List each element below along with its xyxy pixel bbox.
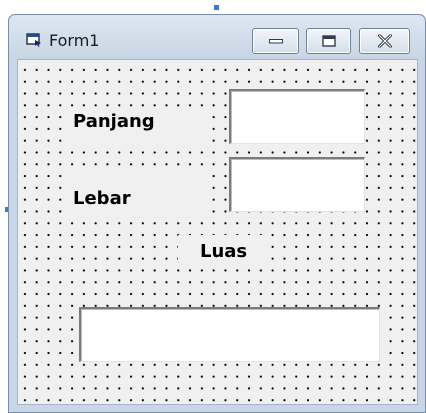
panjang-input[interactable] <box>229 89 365 144</box>
close-button[interactable] <box>359 28 410 54</box>
maximize-button[interactable] <box>306 28 351 54</box>
label-panjang: Panjang <box>65 108 205 144</box>
form-icon <box>26 33 41 47</box>
minimize-button[interactable] <box>252 28 299 54</box>
lebar-input[interactable] <box>229 157 365 212</box>
label-luas: Luas <box>178 235 268 269</box>
label-panjang-text: Panjang <box>73 111 155 132</box>
window-title: Form1 <box>49 31 100 50</box>
designer-canvas: Form1 Panjang Lebar Luas <box>0 0 426 413</box>
form-client-area[interactable]: Panjang Lebar Luas <box>17 59 418 405</box>
label-luas-text: Luas <box>200 241 248 262</box>
maximize-icon <box>321 35 336 47</box>
selection-handle-top[interactable] <box>214 5 219 10</box>
label-lebar-text: Lebar <box>73 188 131 209</box>
title-bar[interactable]: Form1 <box>9 15 425 59</box>
form-window[interactable]: Form1 Panjang Lebar Luas <box>8 14 426 413</box>
label-lebar: Lebar <box>65 173 205 217</box>
close-icon <box>377 34 392 48</box>
minimize-icon <box>268 39 283 44</box>
luas-input[interactable] <box>79 307 380 362</box>
